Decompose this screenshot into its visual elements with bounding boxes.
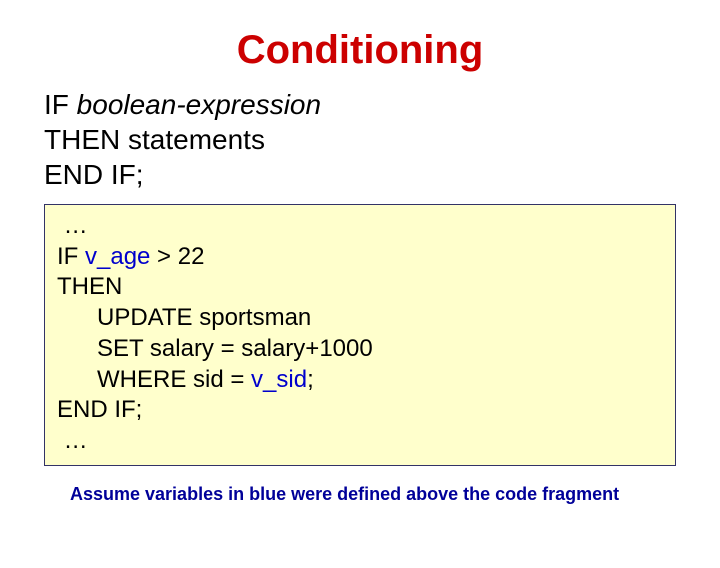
code-text: SET salary = salary+1000 xyxy=(97,335,373,362)
code-text: UPDATE sportsman xyxy=(97,304,311,331)
code-line: IF v_age > 22 xyxy=(57,242,663,273)
code-text: WHERE sid = xyxy=(97,366,251,393)
syntax-line-then: THEN statements xyxy=(44,122,720,157)
code-line: SET salary = salary+1000 xyxy=(57,334,663,365)
slide-title: Conditioning xyxy=(0,28,720,73)
code-text: > 22 xyxy=(150,243,204,270)
kw-then: THEN xyxy=(44,124,128,155)
code-line: UPDATE sportsman xyxy=(57,303,663,334)
code-line: END IF; xyxy=(57,395,663,426)
variable-v-sid: v_sid xyxy=(251,366,307,393)
syntax-block: IF boolean-expression THEN statements EN… xyxy=(44,87,720,192)
code-text: ; xyxy=(307,366,314,393)
placeholder-boolean-expression: boolean-expression xyxy=(77,89,321,120)
syntax-line-endif: END IF; xyxy=(44,157,720,192)
code-example-box: … IF v_age > 22 THEN UPDATE sportsman SE… xyxy=(44,204,676,466)
code-line: … xyxy=(57,211,663,242)
kw-if: IF xyxy=(44,89,77,120)
footnote: Assume variables in blue were defined ab… xyxy=(70,484,676,505)
slide: Conditioning IF boolean-expression THEN … xyxy=(0,28,720,568)
syntax-line-if: IF boolean-expression xyxy=(44,87,720,122)
kw-if: IF xyxy=(57,243,85,270)
variable-v-age: v_age xyxy=(85,243,150,270)
code-line: … xyxy=(57,426,663,457)
placeholder-statements: statements xyxy=(128,124,265,155)
code-line: WHERE sid = v_sid; xyxy=(57,365,663,396)
code-line: THEN xyxy=(57,272,663,303)
